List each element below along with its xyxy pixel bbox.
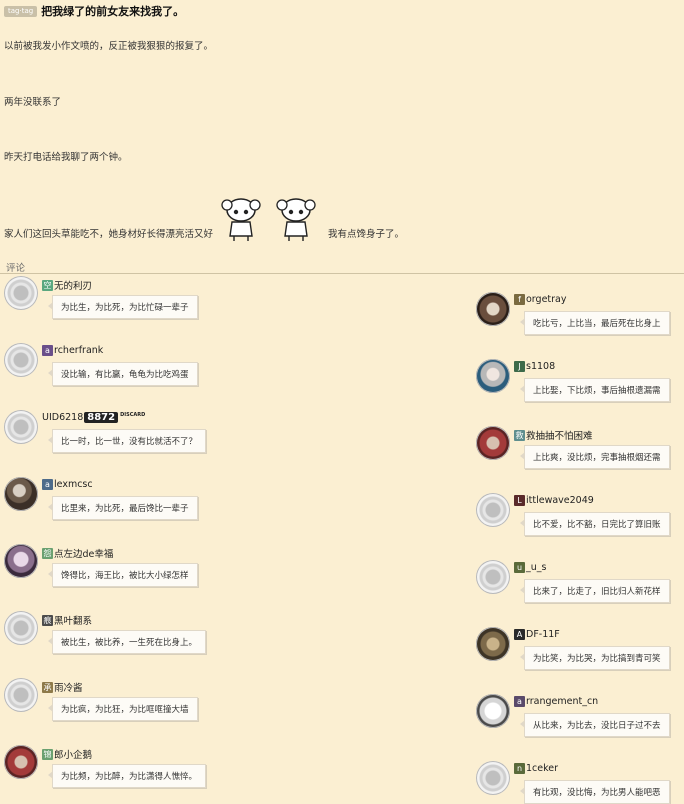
username-initial-badge: 承 (42, 681, 53, 693)
comment-bubble: 比一时，比一世，没有比就活不了？ (47, 429, 207, 453)
username-initial-badge: 痕 (42, 614, 53, 626)
comment-username[interactable]: Littlewave2049 (514, 495, 594, 506)
avatar[interactable] (476, 493, 510, 527)
username-text: s1108 (526, 361, 556, 372)
username-text: 点左边de幸福 (54, 549, 114, 560)
username-initial-badge: 怨 (42, 547, 53, 559)
comment-bubble: 被比生，被比养，一生死在比身上。 (47, 630, 207, 654)
username-number-badge: 8872 (84, 412, 119, 423)
avatar[interactable] (476, 426, 510, 460)
username-initial-badge: u (514, 562, 525, 573)
username-text: lexmcsc (54, 479, 93, 490)
comment-username[interactable]: f orgetray (514, 294, 567, 305)
avatar[interactable] (476, 359, 510, 393)
avatar[interactable] (4, 611, 38, 645)
avatar[interactable] (4, 276, 38, 310)
comment-bubble: 比里来，为比死，最后馋比一辈子 (48, 496, 198, 520)
comment-username[interactable]: n 1ceker (514, 763, 558, 774)
username-text: 救抽抽不怕困难 (526, 431, 593, 442)
avatar[interactable] (476, 292, 510, 326)
username-initial-badge: J (514, 361, 525, 372)
anime-girl-sticker-icon (221, 198, 261, 241)
divider (0, 273, 684, 274)
post-line-end: 我有点馋身子了。 (328, 229, 405, 240)
comments-section-label: 评论 (6, 263, 26, 274)
avatar[interactable] (476, 694, 510, 728)
avatar[interactable] (4, 343, 38, 377)
comment-username[interactable]: 怨点左边de幸福 (42, 546, 113, 560)
username-text: 郎小企鹅 (54, 750, 93, 761)
avatar[interactable] (4, 745, 38, 779)
post-line: 家人们这回头草能吃不，她身材好长得漂亮活又好 (4, 229, 214, 240)
comment-bubble: 为比疯，为比狂，为比哐哐撞大墙 (48, 697, 198, 721)
username-initial-badge: a (42, 345, 53, 356)
username-text: orgetray (526, 294, 567, 305)
username-text: UID6218 (42, 412, 84, 423)
comment-bubble: 比不爱，比不豁，日完比了算旧账 (520, 512, 670, 536)
comment-bubble: 上比爽，没比烦，完事抽根烟还需 (520, 445, 670, 469)
username-initial-badge: a (42, 479, 53, 490)
avatar[interactable] (476, 761, 510, 795)
comment-username[interactable]: a rcherfrank (42, 345, 103, 356)
comment-username[interactable]: 锦郎小企鹅 (42, 747, 92, 761)
username-text: rcherfrank (54, 345, 104, 356)
avatar[interactable] (4, 477, 38, 511)
comment-bubble: 没比输，有比赢，龟龟为比吃鸡蛋 (48, 362, 198, 386)
username-initial-badge: 救 (514, 429, 525, 441)
post-line: 两年没联系了 (4, 97, 62, 108)
comment-username[interactable]: 救救抽抽不怕困难 (514, 428, 593, 442)
username-text: 黑叶翻系 (54, 616, 93, 627)
avatar[interactable] (4, 410, 38, 444)
comment-username[interactable]: Js1108 (514, 361, 555, 372)
username-initial-badge: 空 (42, 279, 53, 291)
avatar[interactable] (476, 627, 510, 661)
comment-bubble: 比来了，比走了，旧比归人新花样 (520, 579, 670, 603)
username-initial-badge: A (514, 629, 525, 640)
comment-username[interactable]: a rrangement_cn (514, 696, 598, 707)
username-text: 无的利刃 (54, 281, 93, 292)
post-tag-badge: tag·tag (4, 5, 38, 17)
comment-bubble: 有比观，没比悔，为比男人能吧恶 (520, 780, 670, 804)
comment-bubble: 馋得比，海王比，被比大小绿怎样 (48, 563, 198, 587)
username-text: DF-11F (526, 629, 560, 640)
comment-bubble: 为比频，为比醉，为比潇得人憔悴。 (47, 764, 207, 788)
post-line: 以前被我发小作文喷的，反正被我狠狠的报复了。 (4, 41, 214, 52)
comment-username[interactable]: 承雨冷酱 (42, 680, 83, 694)
username-initial-badge: n (514, 763, 525, 774)
comment-bubble: 为比生，为比死，为比忙碌一辈子 (48, 295, 198, 319)
comment-username[interactable]: A DF-11F (514, 629, 560, 640)
username-initial-badge: f (514, 294, 525, 305)
avatar[interactable] (476, 560, 510, 594)
comment-bubble: 为比笑，为比哭，为比搞到青可笑 (520, 646, 670, 670)
username-text: ittlewave2049 (526, 495, 594, 506)
username-text: rrangement_cn (526, 696, 599, 707)
post-header: tag·tag 把我绿了的前女友来找我了。 (4, 3, 184, 19)
username-text: 雨冷酱 (54, 683, 83, 694)
comment-username[interactable]: a lexmcsc (42, 479, 93, 490)
anime-girl-sticker-icon (276, 198, 316, 241)
comment-username[interactable]: 痕黑叶翻系 (42, 613, 92, 627)
username-suffix: DISCARD (120, 412, 146, 418)
comment-bubble: 上比娶，下比烦，事后抽根遗漏需 (520, 378, 670, 402)
comment-bubble: 吃比亏，上比当，最后死在比身上 (520, 311, 670, 335)
post-line: 昨天打电话给我聊了两个钟。 (4, 152, 128, 163)
avatar[interactable] (4, 678, 38, 712)
comment-username[interactable]: UID6218 8872 DISCARD (42, 412, 145, 423)
username-initial-badge: 锦 (42, 748, 53, 760)
comment-bubble: 从比来，为比去，没比日子过不去 (520, 713, 670, 737)
username-initial-badge: L (514, 495, 525, 506)
username-text: _u_s (526, 562, 547, 573)
username-initial-badge: a (514, 696, 525, 707)
avatar[interactable] (4, 544, 38, 578)
comment-username[interactable]: u _u_s (514, 562, 546, 573)
comment-username[interactable]: 空无的利刃 (42, 278, 92, 292)
username-text: 1ceker (526, 763, 559, 774)
post-title: 把我绿了的前女友来找我了。 (41, 5, 185, 18)
